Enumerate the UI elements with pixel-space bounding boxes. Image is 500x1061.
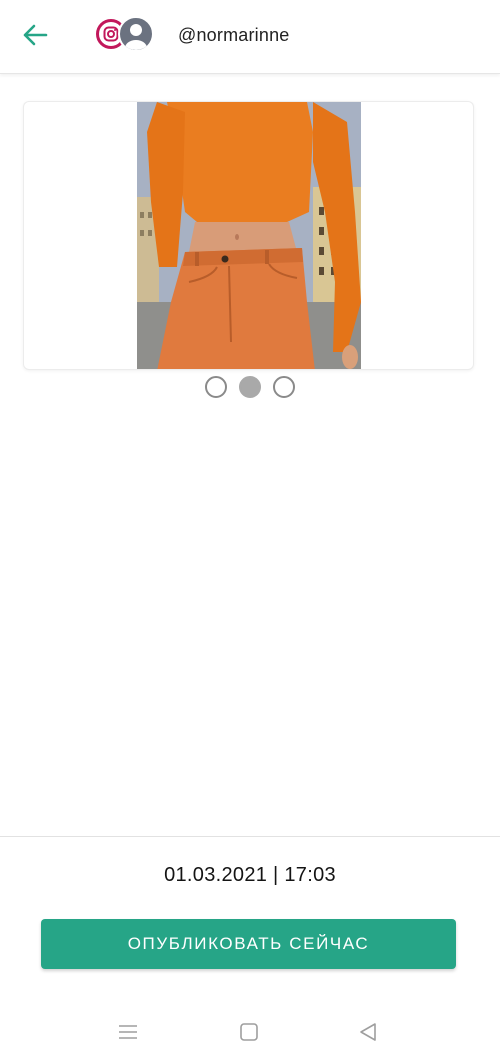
page-dot-3[interactable] bbox=[273, 376, 295, 398]
back-button[interactable] bbox=[14, 16, 56, 54]
page-dot-2[interactable] bbox=[239, 376, 261, 398]
scheduled-datetime: 01.03.2021 | 17:03 bbox=[164, 864, 336, 886]
username: @normarinne bbox=[178, 25, 290, 45]
triangle-back-icon bbox=[360, 1023, 376, 1041]
system-nav-bar bbox=[0, 1000, 500, 1061]
nav-menu-button[interactable] bbox=[108, 1020, 148, 1044]
person-icon bbox=[125, 24, 147, 50]
app-screen: @normarinne 01.03.2021 | 17:03 ОПУБЛИКОВ… bbox=[0, 0, 500, 1061]
image-pagination bbox=[0, 376, 500, 398]
top-bar: @normarinne bbox=[0, 0, 500, 74]
divider bbox=[0, 836, 500, 837]
account-avatars bbox=[96, 16, 158, 54]
menu-icon bbox=[119, 1025, 137, 1039]
page-dot-1[interactable] bbox=[205, 376, 227, 398]
arrow-left-icon bbox=[23, 24, 48, 46]
media-card bbox=[23, 101, 474, 370]
nav-home-button[interactable] bbox=[229, 1020, 269, 1044]
post-image[interactable] bbox=[137, 102, 361, 369]
nav-back-button[interactable] bbox=[348, 1020, 388, 1044]
publish-now-button[interactable]: ОПУБЛИКОВАТЬ СЕЙЧАС bbox=[41, 919, 456, 969]
avatar[interactable] bbox=[118, 16, 154, 52]
square-home-icon bbox=[240, 1023, 258, 1041]
